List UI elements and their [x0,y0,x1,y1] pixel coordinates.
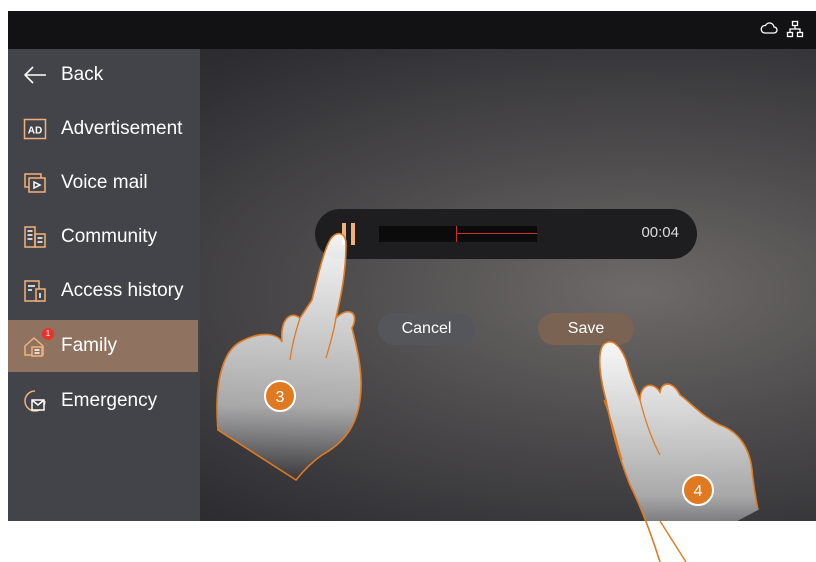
community-icon [23,225,47,249]
back-label: Back [61,64,104,85]
emergency-icon [23,389,47,413]
progress-track[interactable] [379,226,537,242]
pause-button[interactable] [339,223,359,245]
arrow-left-icon [23,63,47,87]
family-icon: 1 [23,328,54,358]
sidebar-item-community[interactable]: Community [8,211,200,263]
access-history-icon [23,279,47,303]
step-badge-4: 4 [682,474,714,506]
notification-badge: 1 [42,328,54,340]
voice-mail-icon [23,171,47,195]
sidebar-item-family[interactable]: 1 Family [8,320,198,372]
device-screen: Back AD Advertisement Voice mail Communi… [8,11,816,521]
sidebar-item-label: Community [61,226,158,247]
status-icons [760,20,804,43]
playback-time: 00:04 [641,224,679,241]
pause-icon [342,223,346,245]
sidebar: Back AD Advertisement Voice mail Communi… [8,49,200,521]
progress-fill [456,233,537,234]
back-button[interactable]: Back [8,49,200,101]
step-badge-3: 3 [264,380,296,412]
sidebar-item-label: Emergency [61,390,158,411]
sidebar-item-voice-mail[interactable]: Voice mail [8,157,200,209]
sidebar-item-label: Family [61,335,117,356]
sidebar-item-label: Advertisement [61,118,183,139]
progress-cursor[interactable] [456,226,457,242]
save-button[interactable]: Save [538,313,634,345]
svg-text:AD: AD [28,126,42,137]
cancel-button[interactable]: Cancel [378,313,475,345]
ad-icon: AD [23,117,47,141]
sidebar-item-emergency[interactable]: Emergency [8,375,200,427]
network-icon [786,20,804,43]
pause-icon-bar [351,223,355,245]
sidebar-item-advertisement[interactable]: AD Advertisement [8,103,200,155]
sidebar-item-access-history[interactable]: Access history [8,265,200,317]
cloud-icon [760,20,778,43]
sidebar-item-label: Voice mail [61,172,148,193]
sidebar-item-label: Access history [61,280,184,301]
status-bar [8,11,816,49]
voice-recorder-player: 00:04 [315,209,697,259]
